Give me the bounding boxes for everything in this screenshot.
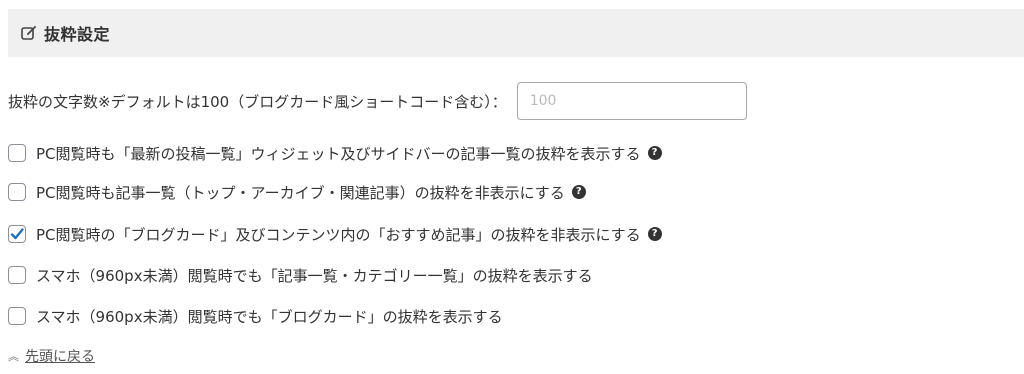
edit-icon [20, 24, 38, 42]
option-row[interactable]: スマホ（960px未満）閲覧時でも「記事一覧・カテゴリー一覧」の抜粋を表示する [8, 263, 593, 287]
section-title: 抜粋設定 [44, 25, 111, 44]
option-label[interactable]: スマホ（960px未満）閲覧時でも「記事一覧・カテゴリー一覧」の抜粋を表示する [36, 265, 593, 286]
option-label[interactable]: スマホ（960px未満）閲覧時でも「ブログカード」の抜粋を表示する [36, 306, 503, 327]
option-row[interactable]: PC閲覧時の「ブログカード」及びコンテンツ内の「おすすめ記事」の抜粋を非表示にす… [8, 222, 662, 246]
help-icon[interactable]: ? [647, 227, 662, 241]
section-header: 抜粋設定 [8, 9, 1024, 57]
help-icon[interactable]: ? [647, 146, 662, 160]
option-checkbox[interactable] [8, 307, 26, 325]
back-to-top-link[interactable]: 先頭に戻る [25, 346, 95, 366]
option-checkbox[interactable] [8, 266, 26, 284]
option-row[interactable]: PC閲覧時も記事一覧（トップ・アーカイブ・関連記事）の抜粋を非表示にする ? [8, 180, 586, 204]
excerpt-length-label: 抜粋の文字数※デフォルトは100（ブログカード風ショートコード含む）： [8, 92, 507, 111]
option-checkbox[interactable] [8, 144, 26, 162]
back-to-top: ︽ 先頭に戻る [8, 346, 95, 366]
option-label[interactable]: PC閲覧時も記事一覧（トップ・アーカイブ・関連記事）の抜粋を非表示にする [36, 182, 565, 203]
help-icon[interactable]: ? [571, 185, 586, 199]
option-label[interactable]: PC閲覧時の「ブログカード」及びコンテンツ内の「おすすめ記事」の抜粋を非表示にす… [36, 224, 641, 245]
option-checkbox[interactable] [8, 225, 26, 243]
excerpt-length-input[interactable] [516, 82, 747, 120]
option-checkbox[interactable] [8, 183, 26, 201]
option-label[interactable]: PC閲覧時も「最新の投稿一覧」ウィジェット及びサイドバーの記事一覧の抜粋を表示す… [36, 143, 641, 164]
option-row[interactable]: PC閲覧時も「最新の投稿一覧」ウィジェット及びサイドバーの記事一覧の抜粋を表示す… [8, 141, 662, 165]
option-row[interactable]: スマホ（960px未満）閲覧時でも「ブログカード」の抜粋を表示する [8, 304, 503, 328]
excerpt-length-row: 抜粋の文字数※デフォルトは100（ブログカード風ショートコード含む）： [8, 82, 747, 120]
chevron-double-up-icon: ︽ [8, 350, 19, 363]
